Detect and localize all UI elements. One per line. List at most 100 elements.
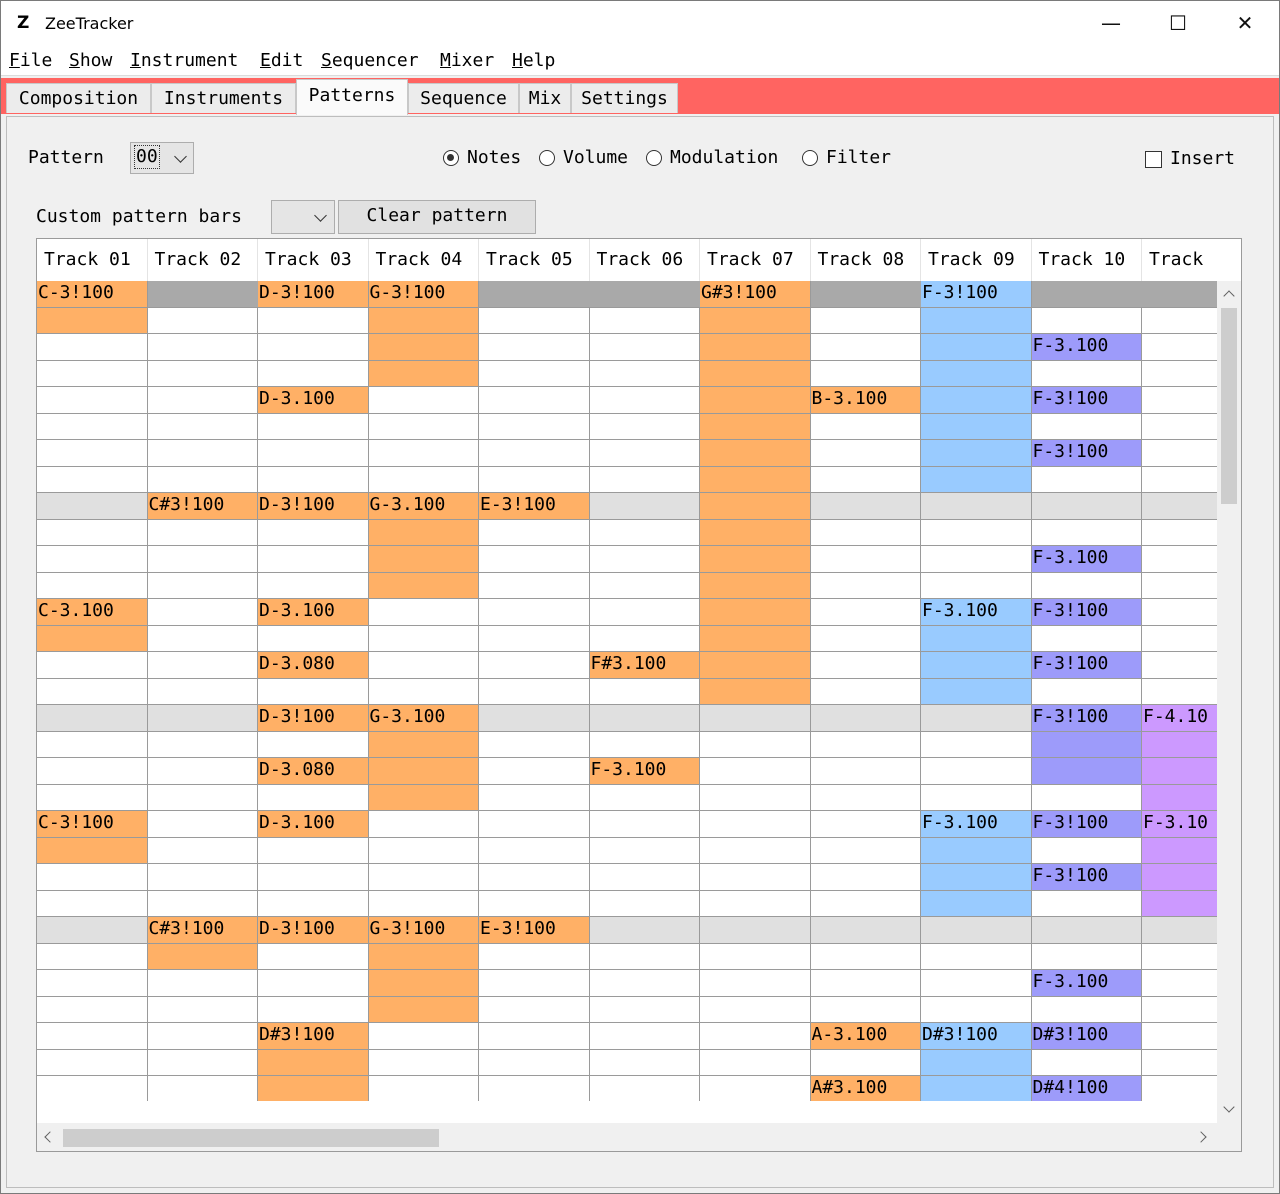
pattern-cell[interactable] (1031, 572, 1142, 599)
pattern-cell[interactable] (368, 758, 479, 785)
pattern-cell[interactable] (368, 1049, 479, 1076)
pattern-cell[interactable] (368, 678, 479, 705)
pattern-cell[interactable] (810, 678, 921, 705)
close-icon[interactable]: ✕ (1211, 1, 1279, 45)
pattern-cell[interactable]: F-3!100 (1031, 387, 1142, 414)
pattern-cell[interactable] (810, 572, 921, 599)
pattern-cell[interactable] (589, 625, 700, 652)
pattern-cell[interactable] (147, 440, 258, 467)
pattern-cell[interactable] (921, 943, 1032, 970)
pattern-cell[interactable] (1142, 1076, 1217, 1101)
pattern-cell[interactable] (921, 784, 1032, 811)
pattern-cell[interactable] (368, 890, 479, 917)
pattern-cell[interactable] (700, 652, 811, 679)
pattern-cell[interactable] (147, 519, 258, 546)
pattern-cell[interactable]: D-3.100 (258, 387, 369, 414)
pattern-cell[interactable] (368, 864, 479, 891)
pattern-cell[interactable] (589, 519, 700, 546)
pattern-cell[interactable] (368, 307, 479, 334)
pattern-cell[interactable] (1142, 970, 1217, 997)
pattern-cell[interactable] (147, 996, 258, 1023)
pattern-cell[interactable] (479, 678, 590, 705)
pattern-cell[interactable] (810, 811, 921, 838)
pattern-cell[interactable] (1031, 466, 1142, 493)
pattern-cell[interactable] (147, 307, 258, 334)
pattern-cell[interactable] (147, 572, 258, 599)
pattern-cell[interactable] (921, 758, 1032, 785)
pattern-cell[interactable] (921, 546, 1032, 573)
pattern-cell[interactable]: F-3!100 (1031, 705, 1142, 732)
pattern-cell[interactable] (258, 307, 369, 334)
pattern-cell[interactable] (810, 281, 921, 308)
menu-file[interactable]: File (9, 49, 52, 73)
pattern-cell[interactable] (479, 943, 590, 970)
pattern-cell[interactable] (479, 466, 590, 493)
pattern-cell[interactable] (810, 546, 921, 573)
vertical-scroll-thumb[interactable] (1221, 308, 1237, 504)
pattern-cell[interactable] (37, 519, 148, 546)
pattern-cell[interactable] (589, 360, 700, 387)
pattern-cell[interactable] (147, 1023, 258, 1050)
tab-instruments[interactable]: Instruments (151, 83, 296, 113)
pattern-cell[interactable]: G-3.100 (368, 493, 479, 520)
tab-settings[interactable]: Settings (571, 83, 678, 113)
pattern-cell[interactable] (1142, 573, 1217, 599)
pattern-cell[interactable] (37, 1049, 148, 1076)
pattern-cell[interactable] (1142, 467, 1217, 493)
pattern-cell[interactable] (810, 705, 921, 732)
pattern-cell[interactable] (37, 864, 148, 891)
pattern-cell[interactable]: C#3!100 (147, 493, 258, 520)
pattern-cell[interactable] (700, 546, 811, 573)
pattern-cell[interactable] (37, 1023, 148, 1050)
pattern-cell[interactable]: F-3.100 (1031, 546, 1142, 573)
pattern-cell[interactable] (147, 1049, 258, 1076)
pattern-cell[interactable] (369, 1076, 479, 1101)
pattern-cell[interactable] (589, 413, 700, 440)
pattern-cell[interactable] (258, 864, 369, 891)
pattern-cell[interactable] (700, 784, 811, 811)
pattern-cell[interactable] (258, 334, 369, 361)
pattern-cell[interactable] (589, 996, 700, 1023)
pattern-cell[interactable] (479, 811, 590, 838)
pattern-cell[interactable]: F-3!100 (1031, 864, 1142, 891)
pattern-cell[interactable] (1031, 678, 1142, 705)
pattern-cell[interactable] (700, 890, 811, 917)
pattern-cell[interactable] (37, 466, 148, 493)
pattern-cell[interactable]: E-3!100 (479, 493, 590, 520)
pattern-cell[interactable] (479, 625, 590, 652)
pattern-cell[interactable] (368, 996, 479, 1023)
pattern-cell[interactable] (37, 678, 148, 705)
pattern-cell[interactable]: F-3!100 (1031, 599, 1142, 626)
pattern-cell[interactable] (147, 970, 258, 997)
pattern-cell[interactable] (148, 1076, 258, 1101)
pattern-cell[interactable] (479, 1049, 590, 1076)
notes-radio[interactable] (443, 150, 459, 166)
pattern-cell[interactable] (810, 970, 921, 997)
pattern-cell[interactable] (921, 360, 1032, 387)
pattern-cell[interactable] (700, 625, 811, 652)
pattern-cell[interactable]: G-3!100 (368, 281, 479, 308)
menu-edit[interactable]: Edit (260, 49, 303, 73)
pattern-cell[interactable] (479, 996, 590, 1023)
pattern-cell[interactable] (1031, 996, 1142, 1023)
pattern-cell[interactable] (368, 334, 479, 361)
pattern-cell[interactable] (700, 758, 811, 785)
scroll-right-icon[interactable] (1195, 1131, 1207, 1143)
pattern-cell[interactable] (589, 493, 700, 520)
pattern-cell[interactable] (479, 731, 590, 758)
pattern-cell[interactable]: C#3!100 (147, 917, 258, 944)
pattern-cell[interactable]: C-3!100 (37, 281, 148, 308)
pattern-cell[interactable] (589, 572, 700, 599)
pattern-cell[interactable] (368, 943, 479, 970)
pattern-cell[interactable] (810, 625, 921, 652)
pattern-cell[interactable] (37, 890, 148, 917)
pattern-cell[interactable] (37, 705, 148, 732)
tab-mix[interactable]: Mix (519, 83, 571, 113)
pattern-cell[interactable] (147, 387, 258, 414)
pattern-cell[interactable] (589, 784, 700, 811)
pattern-cell[interactable] (700, 466, 811, 493)
pattern-cell[interactable] (700, 334, 811, 361)
pattern-cell[interactable] (700, 572, 811, 599)
pattern-cell[interactable] (1031, 360, 1142, 387)
pattern-cell[interactable]: F-3.100 (1031, 334, 1142, 361)
